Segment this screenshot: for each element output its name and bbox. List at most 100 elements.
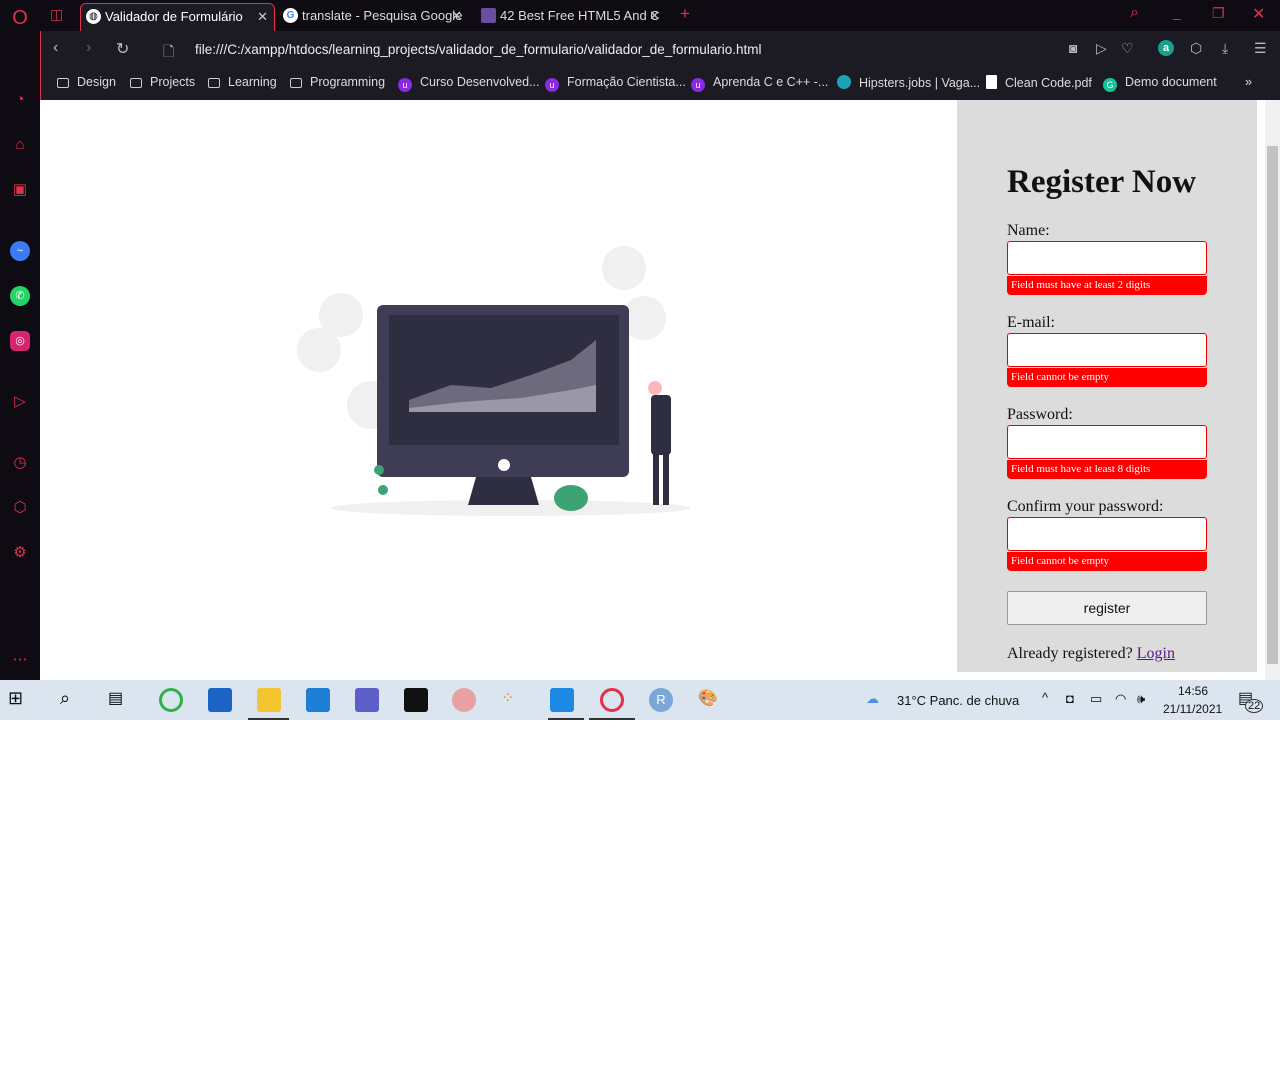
cube-icon[interactable]: ⬡ xyxy=(1190,40,1202,57)
mail-icon[interactable] xyxy=(306,688,330,712)
bookmark-aprenda-c[interactable]: u Aprenda C e C++ -... xyxy=(691,75,828,92)
register-button[interactable]: register xyxy=(1007,591,1207,625)
bookmark-label: Formação Cientista... xyxy=(567,75,686,89)
bookmark-hipsters[interactable]: Hipsters.jobs | Vaga... xyxy=(837,75,980,90)
easy-setup-icon[interactable]: ☰ xyxy=(1254,40,1267,57)
file-explorer-icon[interactable] xyxy=(257,688,281,712)
extensions-icon[interactable]: ⬡ xyxy=(10,498,30,518)
bookmark-label: Learning xyxy=(228,75,277,89)
battery-icon[interactable]: ▭ xyxy=(1090,691,1102,707)
name-input[interactable] xyxy=(1007,241,1207,275)
meet-icon[interactable]: ◘ xyxy=(1066,691,1074,706)
teams-icon[interactable] xyxy=(355,688,379,712)
hipsters-icon xyxy=(837,75,851,89)
store-icon[interactable] xyxy=(208,688,232,712)
weather-icon[interactable]: ☁ xyxy=(866,691,879,707)
bookmark-curso[interactable]: u Curso Desenvolved... xyxy=(398,75,540,92)
bag-icon[interactable]: ⌂ xyxy=(10,135,30,155)
r-icon[interactable]: R xyxy=(649,688,673,712)
windows-start-icon[interactable]: ⊞ xyxy=(8,688,32,712)
gx-control-icon[interactable]: ◫ xyxy=(50,6,63,23)
messenger-icon[interactable]: ~ xyxy=(10,241,30,261)
bookmarks-bar: Design Projects Learning Programming u Cu… xyxy=(40,68,1280,100)
tab-title: Validador de Formulário xyxy=(105,9,243,24)
reload-button[interactable]: ↻ xyxy=(116,39,129,59)
more-icon[interactable]: ⋯ xyxy=(10,650,30,670)
search-icon[interactable]: ⌕ xyxy=(60,688,84,712)
taskbar: ⊞ ⌕ ▤ ⁘ R 🎨 ☁ 31°C Panc. de chuva ^ ◘ ▭ … xyxy=(0,680,1280,720)
maximize-button[interactable]: ❐ xyxy=(1212,5,1225,22)
close-tab-icon[interactable]: ✕ xyxy=(649,3,660,29)
password-input[interactable] xyxy=(1007,425,1207,459)
weather-text[interactable]: 31°C Panc. de chuva xyxy=(897,693,1019,708)
app-icon[interactable] xyxy=(452,688,476,712)
folder-icon xyxy=(290,78,302,88)
bookmark-label: Curso Desenvolved... xyxy=(420,75,540,89)
clock-time[interactable]: 14:56 xyxy=(1178,684,1208,698)
login-link[interactable]: Login xyxy=(1137,645,1175,662)
back-button[interactable]: ‹ xyxy=(53,39,58,57)
notifications-count: 22 xyxy=(1245,699,1264,713)
confirm-password-error: Field cannot be empty xyxy=(1007,552,1207,571)
task-view-icon[interactable]: ▤ xyxy=(108,688,132,712)
bookmark-design[interactable]: Design xyxy=(57,75,116,89)
bookmark-label: Aprenda C e C++ -... xyxy=(713,75,829,89)
heart-icon[interactable]: ♡ xyxy=(1121,40,1134,57)
more-bookmarks-button[interactable]: » xyxy=(1245,75,1252,89)
bookmark-projects[interactable]: Projects xyxy=(130,75,195,89)
tab-title: translate - Pesquisa Google xyxy=(302,8,463,23)
app-icon[interactable]: ⁘ xyxy=(501,688,525,712)
paint-icon[interactable]: 🎨 xyxy=(698,688,722,712)
clock-date[interactable]: 21/11/2021 xyxy=(1163,702,1222,716)
search-icon[interactable]: ⌕ xyxy=(1130,4,1139,22)
app-icon[interactable] xyxy=(159,688,183,712)
terminal-icon[interactable] xyxy=(404,688,428,712)
tab-translate[interactable]: G translate - Pesquisa Google ✕ xyxy=(278,3,468,31)
bookmark-programming[interactable]: Programming xyxy=(290,75,385,89)
volume-icon[interactable]: 🕪 xyxy=(1137,691,1145,707)
whatsapp-icon[interactable]: ✆ xyxy=(10,286,30,306)
tab-bar: ◫ ◍ Validador de Formulário ✕ G translat… xyxy=(40,0,1280,31)
history-icon[interactable]: ◷ xyxy=(10,453,30,473)
twitch-icon[interactable]: ▣ xyxy=(10,180,30,200)
confirm-password-input[interactable] xyxy=(1007,517,1207,551)
player-icon[interactable]: ▷ xyxy=(10,392,30,412)
bookmark-label: Clean Code.pdf xyxy=(1005,76,1092,90)
close-tab-icon[interactable]: ✕ xyxy=(257,4,268,30)
new-tab-button[interactable]: + xyxy=(680,4,690,24)
bookmark-formacao[interactable]: u Formação Cientista... xyxy=(545,75,686,92)
opera-gx-icon[interactable] xyxy=(600,688,624,712)
tab-title: 42 Best Free HTML5 And C xyxy=(500,8,660,23)
password-error: Field must have at least 8 digits xyxy=(1007,460,1207,479)
email-input[interactable] xyxy=(1007,333,1207,367)
tray-chevron-icon[interactable]: ^ xyxy=(1042,690,1048,705)
scrollbar-thumb[interactable] xyxy=(1267,146,1278,664)
close-tab-icon[interactable]: ✕ xyxy=(451,3,462,29)
settings-icon[interactable]: ⚙ xyxy=(10,543,30,563)
url-input[interactable]: file:///C:/xampp/htdocs/learning_project… xyxy=(195,42,762,57)
opera-logo-icon[interactable]: O xyxy=(10,8,30,28)
snapshot-icon[interactable]: ◙ xyxy=(1069,40,1077,56)
bookmark-demo[interactable]: G Demo document xyxy=(1103,75,1217,92)
bookmark-label: Programming xyxy=(310,75,386,89)
register-form: Register Now Name: Field must have at le… xyxy=(957,100,1257,672)
download-icon[interactable]: ⤓ xyxy=(1222,40,1228,57)
bookmark-clean-code[interactable]: Clean Code.pdf xyxy=(986,75,1092,90)
tab-validador[interactable]: ◍ Validador de Formulário ✕ xyxy=(80,3,275,31)
name-label: Name: xyxy=(1007,222,1050,239)
send-icon[interactable]: ▷ xyxy=(1096,40,1107,57)
speed-dial-icon[interactable]: ◔ xyxy=(10,90,30,110)
minimize-button[interactable]: _ xyxy=(1173,4,1181,20)
forward-button[interactable]: › xyxy=(86,39,91,57)
bookmark-learning[interactable]: Learning xyxy=(208,75,277,89)
instagram-icon[interactable]: ◎ xyxy=(10,331,30,351)
folder-icon xyxy=(208,78,220,88)
extension-a-icon[interactable]: a xyxy=(1158,40,1174,56)
dashboard-illustration xyxy=(297,246,691,516)
bookmark-label: Design xyxy=(77,75,116,89)
close-window-button[interactable]: ✕ xyxy=(1252,4,1265,24)
tab-html5[interactable]: 42 Best Free HTML5 And C ✕ xyxy=(476,3,666,31)
vscode-icon[interactable] xyxy=(550,688,574,712)
email-error: Field cannot be empty xyxy=(1007,368,1207,387)
wifi-icon[interactable]: ◠ xyxy=(1115,691,1126,707)
